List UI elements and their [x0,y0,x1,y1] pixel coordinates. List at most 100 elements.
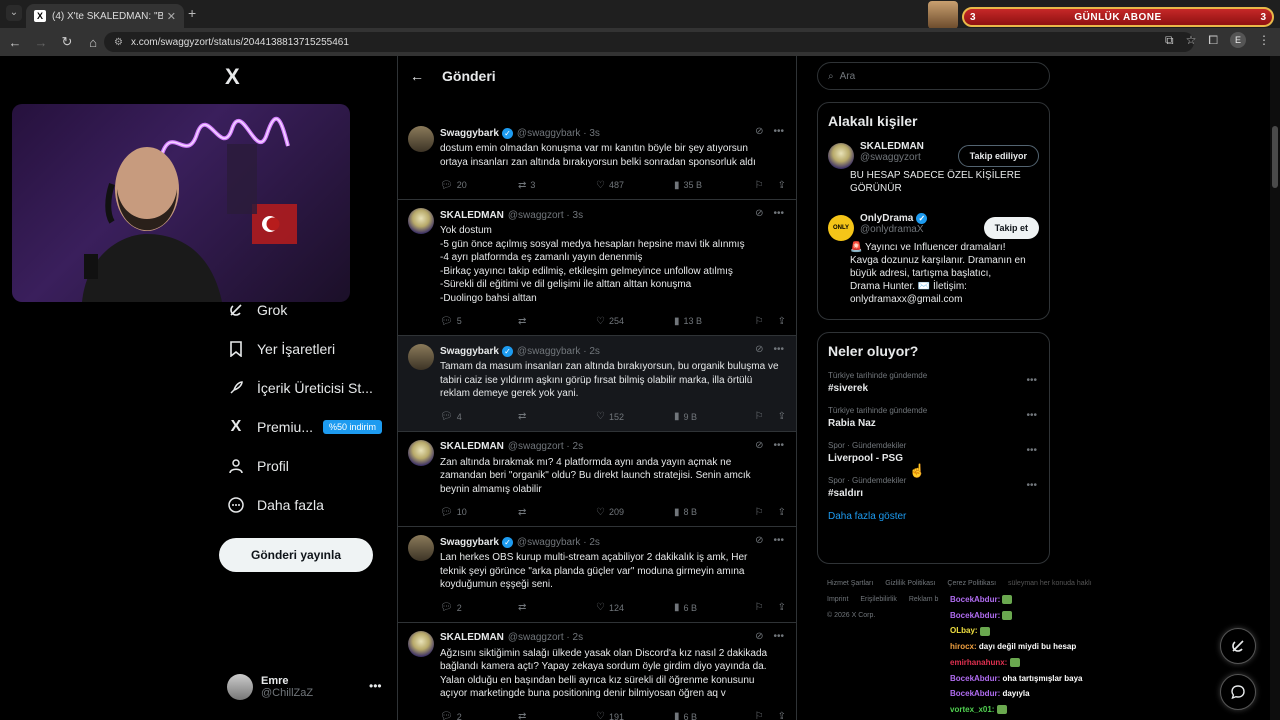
tweet-more-icon[interactable]: ••• [773,631,784,642]
person-avatar[interactable] [828,143,854,169]
trend-more-icon[interactable]: ••• [1026,410,1037,421]
repost-button[interactable]: ⇄ 3 [518,180,596,191]
trend-more-icon[interactable]: ••• [1026,445,1037,456]
related-person[interactable]: SKALEDMAN @swaggyzort Takip ediliyor BU … [818,135,1049,203]
grok-explain-icon[interactable]: ⊘ [755,535,763,546]
share-icon[interactable]: ⇪ [778,411,786,422]
tweet-author-handle[interactable]: @swaggzort · 2s [508,632,583,643]
nav-item-creator-studio[interactable]: İçerik Üreticisi St... [227,376,373,400]
nav-item-more[interactable]: Daha fazla [227,493,324,517]
bookmark-icon[interactable]: ⚐ [755,711,764,720]
trend-item[interactable]: Spor · Gündemdekiler Liverpool - PSG ••• [818,435,1049,470]
views-button[interactable]: ▮ 13 B [674,316,744,327]
share-icon[interactable]: ⇪ [778,602,786,613]
back-arrow-icon[interactable]: ← [410,68,424,84]
page-scrollbar[interactable] [1270,56,1280,720]
tweet-author-name[interactable]: SKALEDMAN [440,210,504,221]
profile-avatar[interactable]: E [1230,32,1246,48]
views-button[interactable]: ▮ 6 B [674,602,744,613]
tweet-author-name[interactable]: SKALEDMAN [440,632,504,643]
repost-button[interactable]: ⇄ [518,316,596,327]
trend-item[interactable]: Türkiye tarihinde gündemde Rabia Naz ••• [818,400,1049,435]
share-icon[interactable]: ⇪ [778,316,786,327]
reply-button[interactable]: 💬︎ 10 [440,507,518,518]
follow-button[interactable]: Takip et [983,217,1039,239]
footer-link[interactable]: Erişilebilirlik [860,596,897,603]
grok-float-button[interactable] [1220,628,1256,664]
trend-more-icon[interactable]: ••• [1026,480,1037,491]
nav-item-profile[interactable]: Profil [227,454,289,478]
tweet[interactable]: SKALEDMAN @swaggzort · 2s ⊘ ••• Ağzısını sik… [398,623,796,720]
tweet-avatar[interactable] [408,126,434,152]
messages-float-button[interactable] [1220,674,1256,710]
related-person[interactable]: ONLY OnlyDrama ✓ @onlydramaX Takip et 🚨 Y… [818,207,1049,314]
tweet[interactable]: Swaggybark ✓ @swaggybark · 2s ⊘ ••• Lan herke… [398,527,796,623]
browser-tab-active[interactable]: X (4) X'te SKALEDMAN: "Bu kız D... ✕ [26,4,184,28]
browser-menu-icon[interactable]: ⋮ [1258,33,1270,47]
trend-more-icon[interactable]: ••• [1026,375,1037,386]
account-more-icon[interactable]: ••• [369,679,382,693]
like-button[interactable]: ♡ 487 [596,180,674,191]
views-button[interactable]: ▮ 35 B [674,180,744,191]
nav-item-bookmarks[interactable]: Yer İşaretleri [227,337,335,361]
bookmark-icon[interactable]: ⚐ [755,411,764,422]
reply-button[interactable]: 💬︎ 2 [440,602,518,613]
bookmark-icon[interactable]: ⚐ [755,507,764,518]
search-input[interactable]: ⌕ Ara [817,62,1050,90]
trend-item[interactable]: Spor · Gündemdekiler #saldırı ••• [818,470,1049,505]
nav-item-premium[interactable]: X Premiu... %50 indirim [227,415,383,439]
forward-arrow-icon[interactable]: → [30,35,52,50]
footer-link[interactable]: Reklam b [909,596,939,603]
reply-button[interactable]: 💬︎ 4 [440,411,518,422]
tweet-avatar[interactable] [408,208,434,234]
views-button[interactable]: ▮ 8 B [674,507,744,518]
grok-explain-icon[interactable]: ⊘ [755,440,763,451]
footer-link[interactable]: Imprint [827,596,848,603]
tweet-author-name[interactable]: Swaggybark [440,346,499,357]
show-more-link[interactable]: Daha fazla göster [818,505,1049,532]
bookmark-icon[interactable]: ⚐ [755,180,764,191]
grok-explain-icon[interactable]: ⊘ [755,631,763,642]
tweet-author-handle[interactable]: @swaggybark · 2s [517,537,600,548]
account-switcher[interactable]: Emre @ChillZaZ [227,674,313,700]
repost-button[interactable]: ⇄ [518,411,596,422]
tweet-author-handle[interactable]: @swaggybark · 3s [517,128,600,139]
like-button[interactable]: ♡ 191 [596,711,674,720]
like-button[interactable]: ♡ 124 [596,602,674,613]
tweet-more-icon[interactable]: ••• [773,344,784,355]
address-bar[interactable]: ⚙ x.com/swaggyzort/status/20441388137152… [104,32,1194,52]
grok-explain-icon[interactable]: ⊘ [755,344,763,355]
tweet-author-name[interactable]: Swaggybark [440,128,499,139]
reload-icon[interactable]: ↻ [56,34,78,50]
tweet-author-handle[interactable]: @swaggzort · 3s [508,210,583,221]
following-button[interactable]: Takip ediliyor [957,145,1039,167]
footer-link[interactable]: Çerez Politikası [947,580,996,587]
x-logo-icon[interactable]: X [225,64,240,90]
extensions-icon[interactable]: ⧠ [1208,33,1218,48]
scrollbar-thumb[interactable] [1272,126,1278,188]
tweet-more-icon[interactable]: ••• [773,440,784,451]
tweet-author-name[interactable]: SKALEDMAN [440,441,504,452]
person-avatar[interactable]: ONLY [828,215,854,241]
repost-button[interactable]: ⇄ [518,507,596,518]
tweet-author-handle[interactable]: @swaggzort · 2s [508,441,583,452]
tweet[interactable]: SKALEDMAN @swaggzort · 2s ⊘ ••• Zan altında … [398,432,796,527]
site-info-icon[interactable]: ⚙ [114,37,123,48]
share-icon[interactable]: ⇪ [778,711,786,720]
tweet-more-icon[interactable]: ••• [773,126,784,137]
reply-button[interactable]: 💬︎ 20 [440,180,518,191]
like-button[interactable]: ♡ 254 [596,316,674,327]
bookmark-icon[interactable]: ⚐ [755,602,764,613]
repost-button[interactable]: ⇄ [518,711,596,720]
grok-explain-icon[interactable]: ⊘ [755,208,763,219]
tweet[interactable]: Swaggybark ✓ @swaggybark · 3s ⊘ ••• dostum em… [398,118,796,200]
tweet-avatar[interactable] [408,344,434,370]
reply-button[interactable]: 💬︎ 5 [440,316,518,327]
views-button[interactable]: ▮ 6 B [674,711,744,720]
bookmark-star-icon[interactable]: ☆ [1186,33,1197,47]
home-icon[interactable]: ⌂ [82,35,104,50]
tweet-more-icon[interactable]: ••• [773,535,784,546]
tweet[interactable]: Swaggybark ✓ @swaggybark · 2s ⊘ ••• Tamam da … [398,336,796,432]
grok-explain-icon[interactable]: ⊘ [755,126,763,137]
tweet[interactable]: SKALEDMAN @swaggzort · 3s ⊘ ••• Yok dostum -… [398,200,796,336]
